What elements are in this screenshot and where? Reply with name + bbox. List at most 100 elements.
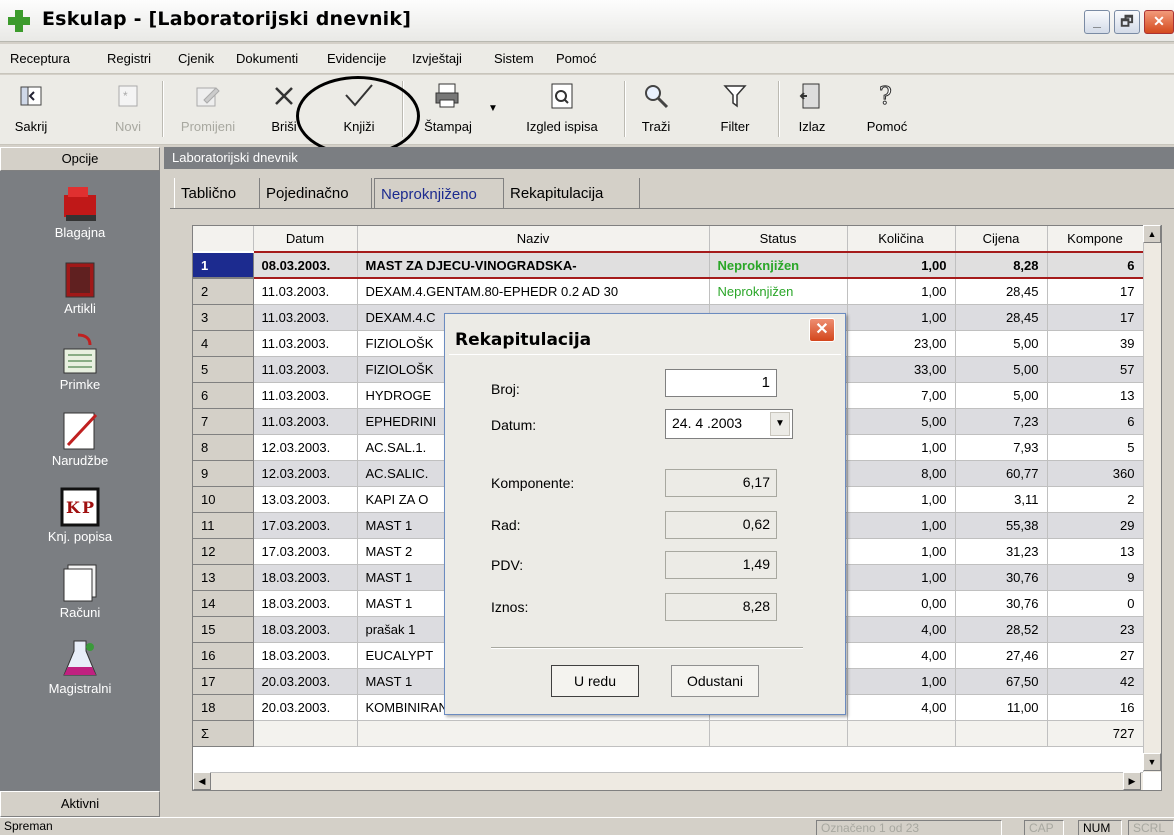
edit-button[interactable]: Promijeni xyxy=(172,79,244,141)
print-dropdown-arrow-icon[interactable]: ▼ xyxy=(488,103,498,114)
column-header-komponente[interactable]: Kompone xyxy=(1047,226,1144,253)
row-number: 17 xyxy=(193,668,254,695)
filter-label: Filter xyxy=(720,119,750,134)
filter-button[interactable]: Filter xyxy=(710,79,760,141)
table-row[interactable]: 1 08.03.2003. MAST ZA DJECU-VINOGRADSKA- Ne… xyxy=(193,251,1144,279)
cijena-cell: 60,77 xyxy=(955,460,1048,487)
column-header-naziv[interactable]: Naziv xyxy=(357,226,710,253)
datum-cell: 17.03.2003. xyxy=(253,538,358,565)
kolicina-cell: 1,00 xyxy=(847,512,956,539)
sidebar-item-label: Primke xyxy=(59,377,101,392)
column-header-cijena[interactable]: Cijena xyxy=(955,226,1048,253)
iznos-value: 8,28 xyxy=(665,593,777,621)
search-label: Traži xyxy=(641,119,671,134)
scroll-down-icon[interactable]: ▼ xyxy=(1143,753,1161,771)
datum-cell: 11.03.2003. xyxy=(253,382,358,409)
column-header[interactable] xyxy=(193,226,254,253)
column-header-kolicina[interactable]: Količina xyxy=(847,226,956,253)
row-number: 1 xyxy=(193,251,254,279)
cijena-cell: 11,00 xyxy=(955,694,1048,721)
cash-register-icon xyxy=(58,181,102,225)
edit-label: Promijeni xyxy=(180,119,236,134)
cijena-cell: 3,11 xyxy=(955,486,1048,513)
menu-pomoc[interactable]: Pomoć xyxy=(556,51,596,66)
horizontal-scrollbar[interactable]: ◀ ▶ xyxy=(193,772,1143,790)
scroll-right-icon[interactable]: ▶ xyxy=(1123,772,1141,790)
sum-cell xyxy=(357,720,710,747)
highlight-circle-annotation xyxy=(296,76,420,156)
status-bar: Spreman Označeno 1 od 23 CAP NUM SCRL xyxy=(0,817,1174,835)
sidebar-item-blagajna[interactable]: Blagajna xyxy=(0,181,160,240)
row-number: 7 xyxy=(193,408,254,435)
recap-dialog: Rekapitulacija ✕ Broj: 1 Datum: 24. 4 .2… xyxy=(444,313,846,715)
datum-cell: 20.03.2003. xyxy=(253,668,358,695)
status-cell: Neproknjižen xyxy=(709,251,848,279)
tab-rekapitulacija[interactable]: Rekapitulacija xyxy=(504,178,640,208)
toolbar-separator xyxy=(624,81,625,137)
sidebar-item-narudzbe[interactable]: Narudžbe xyxy=(0,409,160,468)
komponente-cell: 13 xyxy=(1047,538,1144,565)
naziv-cell: MAST ZA DJECU-VINOGRADSKA- xyxy=(357,251,710,279)
menu-receptura[interactable]: Receptura xyxy=(10,51,70,66)
datum-cell: 18.03.2003. xyxy=(253,642,358,669)
broj-input[interactable]: 1 xyxy=(665,369,777,397)
panel-title: Laboratorijski dnevnik xyxy=(164,147,1174,169)
sidebar-item-racuni[interactable]: Računi xyxy=(0,561,160,620)
sidebar-item-knj-popisa[interactable]: KP Knj. popisa xyxy=(0,485,160,544)
help-button[interactable]: ? Pomoć xyxy=(862,79,912,141)
chevron-down-icon[interactable]: ▼ xyxy=(770,412,790,436)
cijena-cell: 55,38 xyxy=(955,512,1048,539)
datum-label: Datum: xyxy=(491,417,537,433)
new-button[interactable]: * Novi xyxy=(104,79,152,141)
table-row[interactable]: 2 11.03.2003. DEXAM.4.GENTAM.80-EPHEDR 0.2… xyxy=(193,278,1144,305)
sidebar-item-magistralni[interactable]: Magistralni xyxy=(0,637,160,696)
cijena-cell: 7,23 xyxy=(955,408,1048,435)
svg-text:*: * xyxy=(123,89,128,103)
kolicina-cell: 7,00 xyxy=(847,382,956,409)
column-header-datum[interactable]: Datum xyxy=(253,226,358,253)
kolicina-cell: 5,00 xyxy=(847,408,956,435)
menu-dokumenti[interactable]: Dokumenti xyxy=(236,51,298,66)
row-number: 3 xyxy=(193,304,254,331)
datum-cell: 11.03.2003. xyxy=(253,278,358,305)
tab-tablicno[interactable]: Tablično xyxy=(174,178,260,208)
flask-icon xyxy=(58,637,102,681)
scroll-up-icon[interactable]: ▲ xyxy=(1143,225,1161,243)
menu-registri[interactable]: Registri xyxy=(107,51,151,66)
cancel-button[interactable]: Odustani xyxy=(671,665,759,697)
tab-neproknjizeno[interactable]: Neproknjiženo xyxy=(374,178,504,209)
close-button[interactable]: ✕ xyxy=(1144,10,1174,34)
column-header-status[interactable]: Status xyxy=(709,226,848,253)
print-preview-button[interactable]: Izgled ispisa xyxy=(514,79,610,141)
cijena-cell: 30,76 xyxy=(955,590,1048,617)
exit-button[interactable]: Izlaz xyxy=(786,79,838,141)
menu-cjenik[interactable]: Cjenik xyxy=(178,51,214,66)
sidebar-item-artikli[interactable]: Artikli xyxy=(0,257,160,316)
scroll-left-icon[interactable]: ◀ xyxy=(193,772,211,790)
sidebar: Opcije Blagajna Artikli Primke Narudžbe … xyxy=(0,147,160,817)
komponente-cell: 39 xyxy=(1047,330,1144,357)
sidebar-item-primke[interactable]: Primke xyxy=(0,333,160,392)
row-number: 4 xyxy=(193,330,254,357)
vertical-scrollbar[interactable]: ▲ ▼ xyxy=(1143,225,1161,772)
status-cell: Neproknjižen xyxy=(709,278,848,305)
dialog-close-icon[interactable]: ✕ xyxy=(809,318,835,342)
minimize-button[interactable]: _ xyxy=(1084,10,1110,34)
restore-button[interactable]: 🗗 xyxy=(1114,10,1140,34)
kolicina-cell: 4,00 xyxy=(847,642,956,669)
menu-izvjestaji[interactable]: Izvještaji xyxy=(412,51,462,66)
tab-pojedinacno[interactable]: Pojedinačno xyxy=(260,178,372,208)
invoices-icon xyxy=(58,561,102,605)
row-number: 9 xyxy=(193,460,254,487)
menu-sistem[interactable]: Sistem xyxy=(494,51,534,66)
ok-button[interactable]: U redu xyxy=(551,665,639,697)
datum-cell: 11.03.2003. xyxy=(253,408,358,435)
orders-icon xyxy=(58,409,102,453)
datum-select[interactable]: 24. 4 .2003 ▼ xyxy=(665,409,793,439)
toolbar-separator xyxy=(778,81,779,137)
search-button[interactable]: Traži xyxy=(630,79,682,141)
menu-evidencije[interactable]: Evidencije xyxy=(327,51,386,66)
row-number: 8 xyxy=(193,434,254,461)
print-button[interactable]: Štampaj xyxy=(410,79,486,141)
hide-button[interactable]: Sakrij xyxy=(8,79,54,141)
